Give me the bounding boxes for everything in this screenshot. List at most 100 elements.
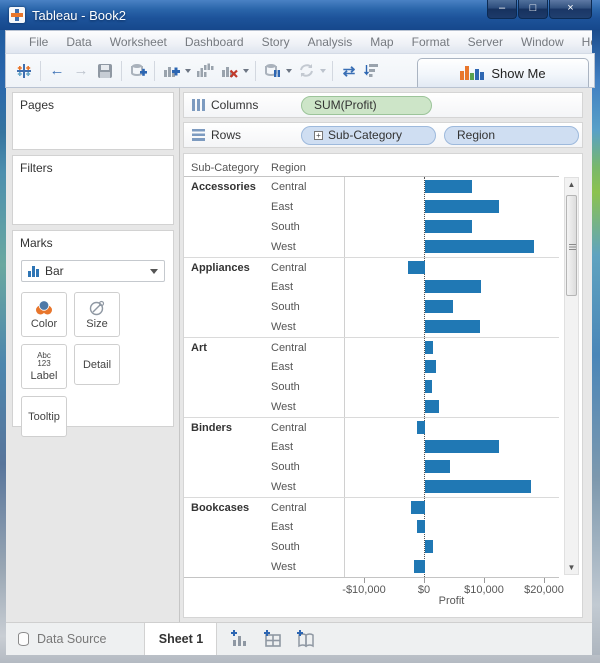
- size-button[interactable]: Size: [74, 292, 120, 337]
- scroll-up-arrow[interactable]: ▲: [565, 180, 578, 189]
- maximize-button[interactable]: □: [518, 0, 548, 19]
- region-label[interactable]: West: [264, 397, 344, 417]
- scrollbar-thumb[interactable]: [566, 195, 577, 296]
- subcategory-label[interactable]: [184, 197, 264, 217]
- bar-appliances-central[interactable]: [408, 261, 425, 274]
- region-label[interactable]: South: [264, 377, 344, 397]
- region-label[interactable]: South: [264, 217, 344, 237]
- subcategory-label[interactable]: Accessories: [184, 177, 264, 197]
- subcategory-label[interactable]: Appliances: [184, 258, 264, 277]
- vertical-scrollbar[interactable]: ▲ ▼: [564, 177, 579, 575]
- bar-appliances-west[interactable]: [425, 320, 480, 333]
- bar-art-west[interactable]: [425, 400, 439, 413]
- bar-bookcases-central[interactable]: [411, 501, 425, 514]
- region-label[interactable]: Central: [264, 418, 344, 437]
- new-worksheet-tab-icon[interactable]: [230, 630, 250, 648]
- bar-bookcases-west[interactable]: [414, 560, 425, 573]
- tooltip-button[interactable]: Tooltip: [21, 396, 67, 437]
- expand-icon[interactable]: +: [314, 131, 323, 140]
- region-label[interactable]: East: [264, 357, 344, 377]
- minimize-button[interactable]: –: [487, 0, 517, 19]
- detail-button[interactable]: Detail: [74, 344, 120, 385]
- subcategory-label[interactable]: [184, 217, 264, 237]
- pause-auto-updates-icon[interactable]: [260, 59, 284, 83]
- region-label[interactable]: East: [264, 437, 344, 457]
- menu-window[interactable]: Window: [512, 32, 573, 52]
- bar-binders-central[interactable]: [417, 421, 425, 434]
- bar-art-central[interactable]: [425, 341, 433, 354]
- subcategory-label[interactable]: [184, 277, 264, 297]
- region-label[interactable]: West: [264, 317, 344, 337]
- bar-accessories-west[interactable]: [425, 240, 534, 253]
- region-label[interactable]: West: [264, 237, 344, 257]
- subcategory-label[interactable]: [184, 517, 264, 537]
- region-label[interactable]: East: [264, 277, 344, 297]
- region-label[interactable]: West: [264, 477, 344, 497]
- label-button[interactable]: Abc123 Label: [21, 344, 67, 389]
- rows-shelf[interactable]: Rows +Sub-CategoryRegion: [183, 122, 583, 148]
- bar-bookcases-south[interactable]: [425, 540, 433, 553]
- pill-sub-category[interactable]: +Sub-Category: [301, 126, 436, 145]
- region-label[interactable]: Central: [264, 498, 344, 517]
- sort-ascending-icon[interactable]: [361, 59, 385, 83]
- region-label[interactable]: West: [264, 557, 344, 577]
- region-label[interactable]: South: [264, 457, 344, 477]
- region-label[interactable]: South: [264, 297, 344, 317]
- subcategory-label[interactable]: [184, 437, 264, 457]
- region-label[interactable]: Central: [264, 338, 344, 357]
- row-field-header-region[interactable]: Region: [271, 162, 371, 174]
- bar-appliances-south[interactable]: [425, 300, 453, 313]
- subcategory-label[interactable]: [184, 297, 264, 317]
- close-button[interactable]: ×: [549, 0, 592, 19]
- add-data-source-icon[interactable]: [126, 59, 150, 83]
- region-label[interactable]: South: [264, 537, 344, 557]
- clear-sheet-dropdown-caret[interactable]: [243, 69, 249, 73]
- subcategory-label[interactable]: [184, 477, 264, 497]
- new-worksheet-icon[interactable]: [159, 59, 183, 83]
- region-label[interactable]: East: [264, 517, 344, 537]
- scroll-down-arrow[interactable]: ▼: [565, 563, 578, 572]
- title-bar[interactable]: Tableau - Book2 – □ ×: [0, 0, 600, 30]
- columns-shelf[interactable]: Columns SUM(Profit): [183, 92, 583, 118]
- swap-rows-columns-icon[interactable]: ⇄: [337, 59, 361, 83]
- bar-accessories-south[interactable]: [425, 220, 472, 233]
- data-source-tab[interactable]: Data Source: [6, 623, 145, 655]
- filters-shelf[interactable]: Filters: [12, 155, 174, 225]
- menu-analysis[interactable]: Analysis: [299, 32, 362, 52]
- bar-accessories-east[interactable]: [425, 200, 499, 213]
- bar-binders-east[interactable]: [425, 440, 499, 453]
- region-label[interactable]: East: [264, 197, 344, 217]
- subcategory-label[interactable]: Art: [184, 338, 264, 357]
- subcategory-label[interactable]: [184, 457, 264, 477]
- menu-server[interactable]: Server: [459, 32, 512, 52]
- menu-file[interactable]: File: [20, 32, 57, 52]
- bar-art-south[interactable]: [425, 380, 432, 393]
- region-label[interactable]: Central: [264, 258, 344, 277]
- menu-data[interactable]: Data: [57, 32, 100, 52]
- subcategory-label[interactable]: [184, 377, 264, 397]
- menu-worksheet[interactable]: Worksheet: [101, 32, 176, 52]
- subcategory-label[interactable]: Bookcases: [184, 498, 264, 517]
- menu-story[interactable]: Story: [253, 32, 299, 52]
- pages-shelf[interactable]: Pages: [12, 92, 174, 150]
- new-dashboard-tab-icon[interactable]: [263, 630, 283, 648]
- subcategory-label[interactable]: [184, 397, 264, 417]
- bar-appliances-east[interactable]: [425, 280, 481, 293]
- clear-sheet-icon[interactable]: [217, 59, 241, 83]
- bar-accessories-central[interactable]: [425, 180, 472, 193]
- bar-binders-south[interactable]: [425, 460, 450, 473]
- subcategory-label[interactable]: [184, 237, 264, 257]
- menu-format[interactable]: Format: [403, 32, 459, 52]
- undo-back-icon[interactable]: ←: [45, 59, 69, 83]
- pill-sum-profit-[interactable]: SUM(Profit): [301, 96, 432, 115]
- x-axis-title[interactable]: Profit: [344, 595, 559, 607]
- bar-bookcases-east[interactable]: [417, 520, 425, 533]
- menu-dashboard[interactable]: Dashboard: [176, 32, 253, 52]
- mark-type-dropdown[interactable]: Bar: [21, 260, 165, 282]
- tableau-logo-icon[interactable]: [12, 59, 36, 83]
- menu-map[interactable]: Map: [361, 32, 402, 52]
- save-icon[interactable]: [93, 59, 117, 83]
- new-worksheet-dropdown-caret[interactable]: [185, 69, 191, 73]
- sheet1-tab[interactable]: Sheet 1: [145, 623, 217, 655]
- color-button[interactable]: Color: [21, 292, 67, 337]
